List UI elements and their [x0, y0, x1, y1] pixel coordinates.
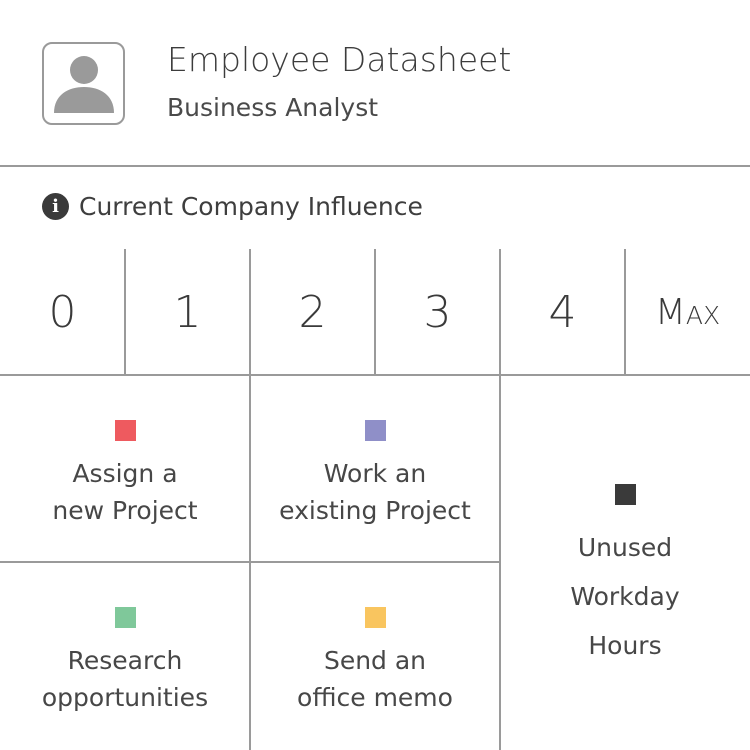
divider	[124, 249, 126, 375]
page-title: Employee Datasheet	[167, 40, 512, 79]
job-title: Business Analyst	[167, 93, 379, 122]
assign-project-swatch	[114, 420, 136, 441]
scale-level-3[interactable]: 3	[375, 249, 500, 375]
divider	[624, 249, 626, 375]
work-project-swatch	[364, 420, 386, 441]
header: Employee Datasheet Business Analyst	[0, 0, 750, 166]
action-label: Work an existing Project	[279, 459, 471, 525]
send-memo-action[interactable]: Send an office memo	[250, 607, 500, 716]
unused-hours-indicator: Unused Workday Hours	[500, 484, 750, 670]
action-label: Send an office memo	[297, 646, 453, 712]
influence-label: Current Company Influence	[79, 191, 423, 221]
action-label: Research opportunities	[41, 646, 209, 712]
info-icon[interactable]: i	[42, 192, 69, 220]
send-memo-swatch	[364, 607, 386, 628]
scale-level-1[interactable]: 1	[125, 249, 250, 375]
divider	[249, 249, 251, 375]
unused-hours-label: Unused Workday Hours	[570, 533, 680, 660]
assign-project-action[interactable]: Assign a new Project	[0, 420, 250, 529]
work-project-action[interactable]: Work an existing Project	[250, 420, 500, 529]
divider	[374, 249, 376, 375]
divider	[499, 249, 501, 375]
divider	[0, 165, 750, 167]
divider	[0, 561, 500, 563]
unused-hours-swatch	[614, 484, 636, 505]
avatar	[42, 42, 125, 125]
employee-datasheet-panel: Employee Datasheet Business Analyst i Cu…	[0, 0, 750, 750]
research-swatch	[114, 607, 136, 628]
user-silhouette-icon	[54, 56, 114, 113]
influence-scale: 0 1 2 3 4 Max	[0, 249, 750, 375]
scale-level-2[interactable]: 2	[250, 249, 375, 375]
scale-level-0[interactable]: 0	[0, 249, 125, 375]
divider	[0, 374, 750, 376]
action-label: Assign a new Project	[52, 459, 198, 525]
influence-heading: i Current Company Influence	[42, 190, 423, 222]
research-action[interactable]: Research opportunities	[0, 607, 250, 716]
scale-level-max[interactable]: Max	[625, 249, 750, 375]
scale-level-4[interactable]: 4	[500, 249, 625, 375]
